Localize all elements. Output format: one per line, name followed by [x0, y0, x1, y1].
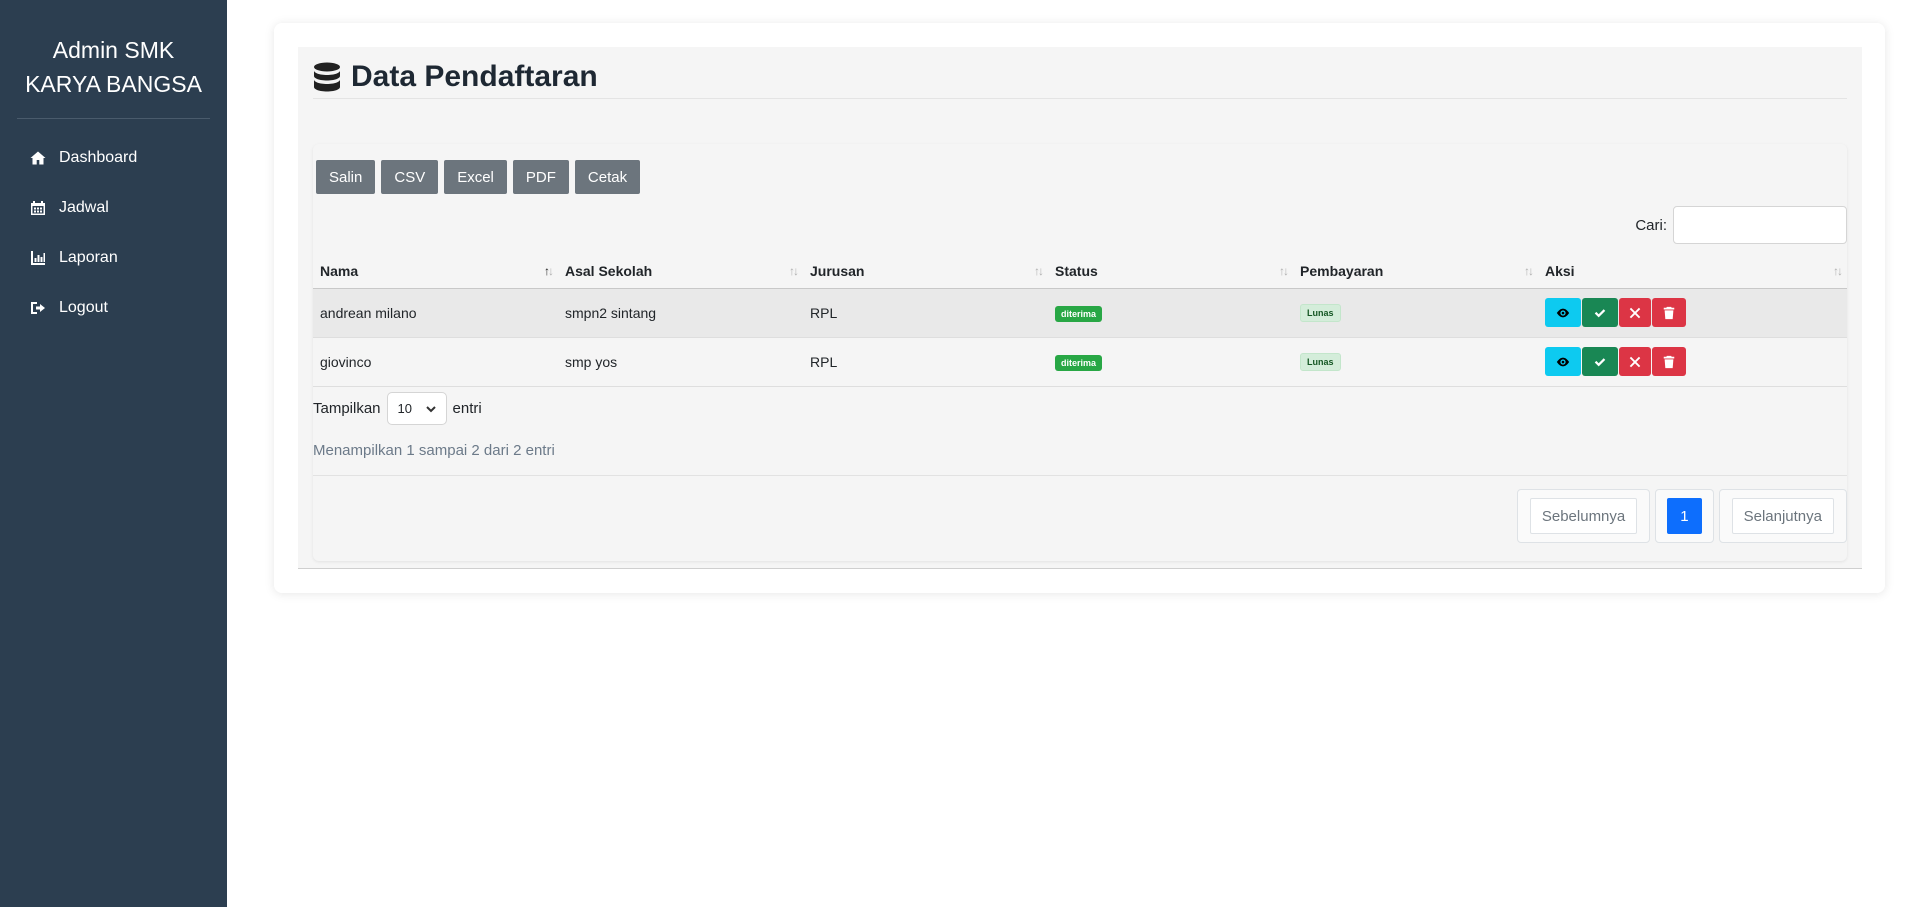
sort-icon: ↑↓: [1833, 264, 1843, 278]
cell-aksi: [1538, 288, 1847, 338]
reject-button[interactable]: [1619, 298, 1651, 327]
pagination: Sebelumnya 1 Selanjutnya: [1516, 489, 1847, 543]
search-label: Cari:: [1635, 216, 1667, 234]
datatable-wrapper: Salin CSV Excel PDF Cetak Cari: Nama ↑↓ A…: [313, 144, 1847, 561]
cell-nama: andrean milano: [313, 288, 558, 338]
delete-button[interactable]: [1652, 298, 1686, 327]
sign-out-icon: [30, 300, 46, 316]
trash-icon: [1663, 355, 1675, 368]
table-row: giovinco smp yos RPL diterima Lunas: [313, 337, 1847, 387]
sidebar-item-label: Laporan: [59, 249, 118, 266]
csv-button[interactable]: CSV: [381, 160, 439, 194]
copy-button[interactable]: Salin: [316, 160, 376, 194]
search-box: Cari:: [1635, 206, 1847, 244]
page-length-value: 10: [397, 401, 412, 416]
cell-aksi: [1538, 337, 1847, 387]
page-length-control: Tampilkan 10 entri: [313, 392, 482, 425]
column-header-jurusan[interactable]: Jurusan ↑↓: [803, 254, 1048, 289]
chart-bar-icon: [30, 250, 46, 266]
cell-asal-sekolah: smp yos: [558, 337, 803, 387]
approve-button[interactable]: [1582, 347, 1618, 376]
column-header-asal-sekolah[interactable]: Asal Sekolah ↑↓: [558, 254, 803, 289]
cell-asal-sekolah: smpn2 sintang: [558, 288, 803, 338]
table-header-row: Nama ↑↓ Asal Sekolah ↑↓ Jurusan ↑↓ Status ↑↓…: [313, 254, 1847, 289]
cell-pembayaran: Lunas: [1293, 288, 1538, 338]
cell-jurusan: RPL: [803, 337, 1048, 387]
status-badge: diterima: [1055, 305, 1103, 322]
reject-button[interactable]: [1619, 347, 1651, 376]
cell-pembayaran: Lunas: [1293, 337, 1538, 387]
delete-button[interactable]: [1652, 347, 1686, 376]
sidebar-item-label: Dashboard: [59, 149, 138, 166]
column-header-status[interactable]: Status ↑↓: [1048, 254, 1293, 289]
calendar-icon: [30, 200, 46, 216]
next-page-button[interactable]: Selanjutnya: [1731, 498, 1834, 534]
previous-page-button[interactable]: Sebelumnya: [1529, 498, 1638, 534]
table-row: andrean milano smpn2 sintang RPL diterim…: [313, 288, 1847, 338]
excel-button[interactable]: Excel: [444, 160, 507, 194]
chevron-down-icon: [425, 405, 436, 412]
view-button[interactable]: [1545, 298, 1581, 327]
page-1-button[interactable]: 1: [1667, 498, 1702, 534]
brand-title: Admin SMK KARYA BANGSA: [17, 0, 210, 119]
cell-nama: giovinco: [313, 337, 558, 387]
sidebar-item-logout[interactable]: Logout: [0, 283, 227, 333]
column-header-nama[interactable]: Nama ↑↓: [313, 254, 558, 289]
sort-icon: ↑↓: [1034, 264, 1044, 278]
table-info: Menampilkan 1 sampai 2 dari 2 entri: [313, 442, 555, 459]
page-header: Data Pendaftaran: [313, 55, 1847, 99]
sidebar-nav: Dashboard Jadwal Laporan Logout: [0, 133, 227, 333]
cell-status: diterima: [1048, 288, 1293, 338]
sort-icon: ↑↓: [1279, 264, 1289, 278]
sidebar: Admin SMK KARYA BANGSA Dashboard Jadwal …: [0, 0, 227, 907]
sort-icon: ↑↓: [1524, 264, 1534, 278]
sidebar-item-jadwal[interactable]: Jadwal: [0, 183, 227, 233]
row-actions: [1545, 347, 1840, 376]
column-header-aksi[interactable]: Aksi ↑↓: [1538, 254, 1847, 289]
home-icon: [30, 150, 46, 166]
pagination-prev-item: Sebelumnya: [1516, 489, 1651, 543]
database-icon: [314, 62, 340, 91]
eye-icon: [1556, 308, 1570, 317]
length-label-after: entri: [452, 400, 482, 417]
cell-status: diterima: [1048, 337, 1293, 387]
export-buttons: Salin CSV Excel PDF Cetak: [316, 160, 641, 194]
status-badge: diterima: [1055, 354, 1103, 371]
close-icon: [1629, 356, 1641, 367]
content-panel: Data Pendaftaran Salin CSV Excel PDF Cet…: [298, 47, 1862, 569]
close-icon: [1629, 307, 1641, 318]
sort-icon: ↑↓: [544, 264, 554, 278]
pagination-current-item: 1: [1655, 489, 1714, 543]
check-icon: [1594, 357, 1606, 366]
payment-badge: Lunas: [1300, 304, 1341, 322]
print-button[interactable]: Cetak: [574, 160, 641, 194]
page-title: Data Pendaftaran: [351, 59, 598, 93]
eye-icon: [1556, 357, 1570, 366]
view-button[interactable]: [1545, 347, 1581, 376]
approve-button[interactable]: [1582, 298, 1618, 327]
cell-jurusan: RPL: [803, 288, 1048, 338]
main-card: Data Pendaftaran Salin CSV Excel PDF Cet…: [274, 23, 1885, 593]
sidebar-item-label: Logout: [59, 299, 108, 316]
trash-icon: [1663, 306, 1675, 319]
row-actions: [1545, 298, 1840, 327]
column-header-pembayaran[interactable]: Pembayaran ↑↓: [1293, 254, 1538, 289]
sidebar-item-dashboard[interactable]: Dashboard: [0, 133, 227, 183]
divider: [313, 475, 1847, 476]
search-input[interactable]: [1673, 206, 1847, 244]
payment-badge: Lunas: [1300, 353, 1341, 371]
length-label-before: Tampilkan: [313, 400, 381, 417]
sort-icon: ↑↓: [789, 264, 799, 278]
check-icon: [1594, 308, 1606, 317]
pdf-button[interactable]: PDF: [512, 160, 569, 194]
page-length-select[interactable]: 10: [386, 392, 447, 425]
sidebar-item-laporan[interactable]: Laporan: [0, 233, 227, 283]
pagination-next-item: Selanjutnya: [1718, 489, 1847, 543]
sidebar-item-label: Jadwal: [59, 199, 109, 216]
registration-table: Nama ↑↓ Asal Sekolah ↑↓ Jurusan ↑↓ Status ↑↓…: [313, 254, 1847, 387]
